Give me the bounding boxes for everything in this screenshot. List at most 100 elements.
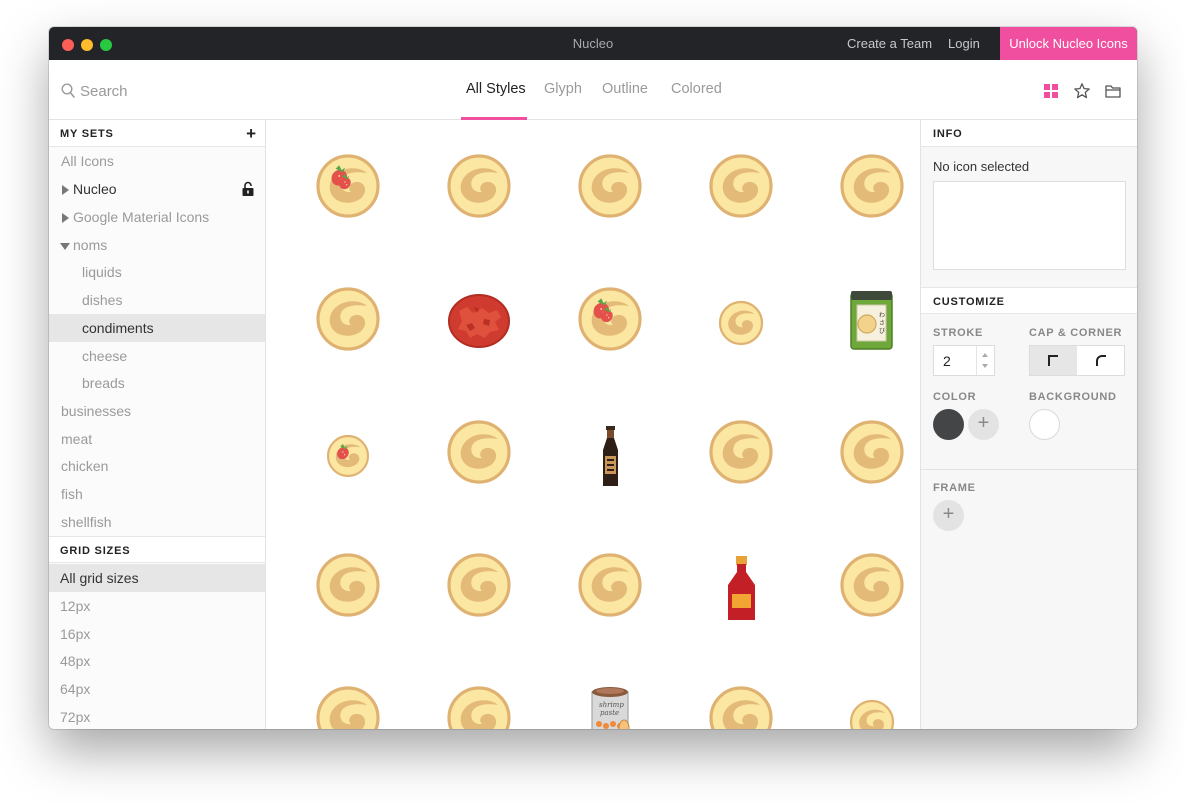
- sidebar-item-64px[interactable]: 64px: [49, 675, 265, 703]
- sidebar-item-48px[interactable]: 48px: [49, 647, 265, 675]
- ground-meat-icon[interactable]: [414, 259, 545, 392]
- shrimp-paste-can-icon-graphic: shrimppaste: [591, 687, 630, 729]
- pancake-small-strawberry-icon[interactable]: [283, 392, 414, 525]
- stroke-value[interactable]: 2: [943, 353, 951, 369]
- pancake-icon[interactable]: [807, 392, 920, 525]
- pancake-icon[interactable]: [414, 392, 545, 525]
- add-set-button[interactable]: +: [246, 125, 256, 142]
- pancake-icon[interactable]: [807, 525, 920, 658]
- add-frame-button[interactable]: +: [933, 500, 964, 531]
- tab-all-styles[interactable]: All Styles: [466, 81, 526, 97]
- sidebar-item-16px[interactable]: 16px: [49, 620, 265, 648]
- sidebar-item-liquids[interactable]: liquids: [49, 258, 265, 286]
- pancake-icon[interactable]: [545, 525, 676, 658]
- pancake-icon[interactable]: [807, 126, 920, 259]
- no-icon-selected-text: No icon selected: [933, 159, 1030, 174]
- round-corner-icon: [1096, 355, 1106, 366]
- pancake-icon[interactable]: [283, 259, 414, 392]
- unlock-icons-button[interactable]: Unlock Nucleo Icons: [1000, 27, 1137, 60]
- login-link[interactable]: Login: [948, 36, 980, 51]
- pancake-icon-graphic: [709, 686, 773, 729]
- sidebar-item-fish[interactable]: fish: [49, 480, 265, 508]
- sidebar-item-cheese[interactable]: cheese: [49, 342, 265, 370]
- sidebar-item-72px[interactable]: 72px: [49, 703, 265, 729]
- tab-outline[interactable]: Outline: [602, 81, 648, 97]
- pancake-icon[interactable]: [676, 658, 807, 729]
- icon-grid: わさび shrimp paste: [267, 120, 920, 729]
- pancake-icon[interactable]: [414, 525, 545, 658]
- pancake-icon-graphic: [316, 287, 380, 351]
- soy-sauce-bottle-icon[interactable]: [545, 392, 676, 525]
- sidebar-item-chicken[interactable]: chicken: [49, 452, 265, 480]
- pancake-icon[interactable]: [283, 658, 414, 729]
- stroke-stepper[interactable]: 2: [933, 345, 995, 376]
- my-sets-title: MY SETS: [60, 128, 114, 140]
- svg-text:び: び: [879, 327, 885, 335]
- tab-glyph[interactable]: Glyph: [544, 81, 582, 97]
- sidebar-item-shellfish[interactable]: shellfish: [49, 508, 265, 536]
- sidebar-item-nucleo[interactable]: Nucleo: [49, 175, 265, 203]
- sidebar-item-businesses[interactable]: businesses: [49, 397, 265, 425]
- background-swatch[interactable]: [1029, 409, 1060, 440]
- style-tabs: All Styles Glyph Outline Colored: [49, 60, 1137, 120]
- app-window: Nucleo Create a Team Login Unlock Nucleo…: [49, 27, 1137, 729]
- sidebar-item-meat[interactable]: meat: [49, 425, 265, 453]
- cap-corner-toggle[interactable]: [1029, 345, 1125, 376]
- unlock-icon[interactable]: [241, 181, 255, 197]
- tab-colored[interactable]: Colored: [671, 81, 722, 97]
- shrimp-paste-can-icon[interactable]: shrimp paste: [545, 658, 676, 729]
- pancake-icon-graphic: [316, 553, 380, 617]
- sidebar-item-breads[interactable]: breads: [49, 369, 265, 397]
- soy-sauce-bottle-icon-graphic: [603, 426, 618, 486]
- pancake-icon[interactable]: [283, 525, 414, 658]
- sidebar-item-google-material[interactable]: Google Material Icons: [49, 203, 265, 231]
- pancake-strawberry-icon-graphic: [316, 154, 380, 218]
- pancake-small-strawberry-icon-graphic: [326, 434, 370, 478]
- pancake-icon[interactable]: [414, 126, 545, 259]
- star-icon[interactable]: [1073, 82, 1091, 100]
- pancake-strawberry-icon[interactable]: [545, 259, 676, 392]
- pancake-icon-graphic: [447, 553, 511, 617]
- sidebar-item-noms[interactable]: noms: [49, 231, 265, 259]
- info-title: INFO: [933, 128, 963, 140]
- grid-view-icon[interactable]: [1042, 82, 1060, 100]
- ketchup-bottle-icon-graphic: [728, 556, 755, 620]
- sidebar-item-12px[interactable]: 12px: [49, 592, 265, 620]
- pancake-icon[interactable]: [676, 126, 807, 259]
- round-corner-option[interactable]: [1078, 346, 1125, 375]
- pancake-strawberry-icon[interactable]: [283, 126, 414, 259]
- stepper-up-icon[interactable]: [982, 353, 988, 357]
- ketchup-bottle-icon[interactable]: [676, 525, 807, 658]
- frame-label: FRAME: [933, 482, 976, 494]
- create-team-link[interactable]: Create a Team: [847, 36, 932, 51]
- pancake-icon-graphic: [316, 686, 380, 729]
- sidebar-item-all-grid-sizes[interactable]: All grid sizes: [49, 564, 265, 592]
- sidebar-item-all-icons[interactable]: All Icons: [49, 147, 265, 175]
- folder-icon[interactable]: [1104, 82, 1122, 100]
- pancake-small-icon[interactable]: [676, 259, 807, 392]
- svg-text:paste: paste: [600, 709, 619, 717]
- expand-arrow-icon[interactable]: [62, 185, 69, 195]
- grid-sizes-header: GRID SIZES: [49, 536, 265, 563]
- pancake-icon-graphic: [709, 420, 773, 484]
- pancake-small-icon[interactable]: [807, 658, 920, 729]
- stepper-down-icon[interactable]: [982, 364, 988, 368]
- pancake-icon-graphic: [447, 420, 511, 484]
- pancake-icon[interactable]: [676, 392, 807, 525]
- panel-divider: [921, 469, 1137, 470]
- expand-arrow-icon[interactable]: [62, 213, 69, 223]
- my-sets-header: MY SETS +: [49, 120, 265, 147]
- stroke-stepper-arrows[interactable]: [976, 346, 994, 375]
- collapse-arrow-icon[interactable]: [60, 243, 70, 250]
- wasabi-jar-icon-graphic: わさび: [850, 291, 893, 350]
- color-label: COLOR: [933, 391, 977, 403]
- pancake-icon[interactable]: [414, 658, 545, 729]
- color-swatch[interactable]: [933, 409, 964, 440]
- add-color-button[interactable]: +: [968, 409, 999, 440]
- sidebar-item-condiments[interactable]: condiments: [49, 314, 265, 342]
- pancake-icon[interactable]: [545, 126, 676, 259]
- wasabi-jar-icon[interactable]: わさび: [807, 259, 920, 392]
- sidebar-item-dishes[interactable]: dishes: [49, 286, 265, 314]
- square-corner-option[interactable]: [1030, 346, 1077, 375]
- pancake-icon-graphic: [840, 154, 904, 218]
